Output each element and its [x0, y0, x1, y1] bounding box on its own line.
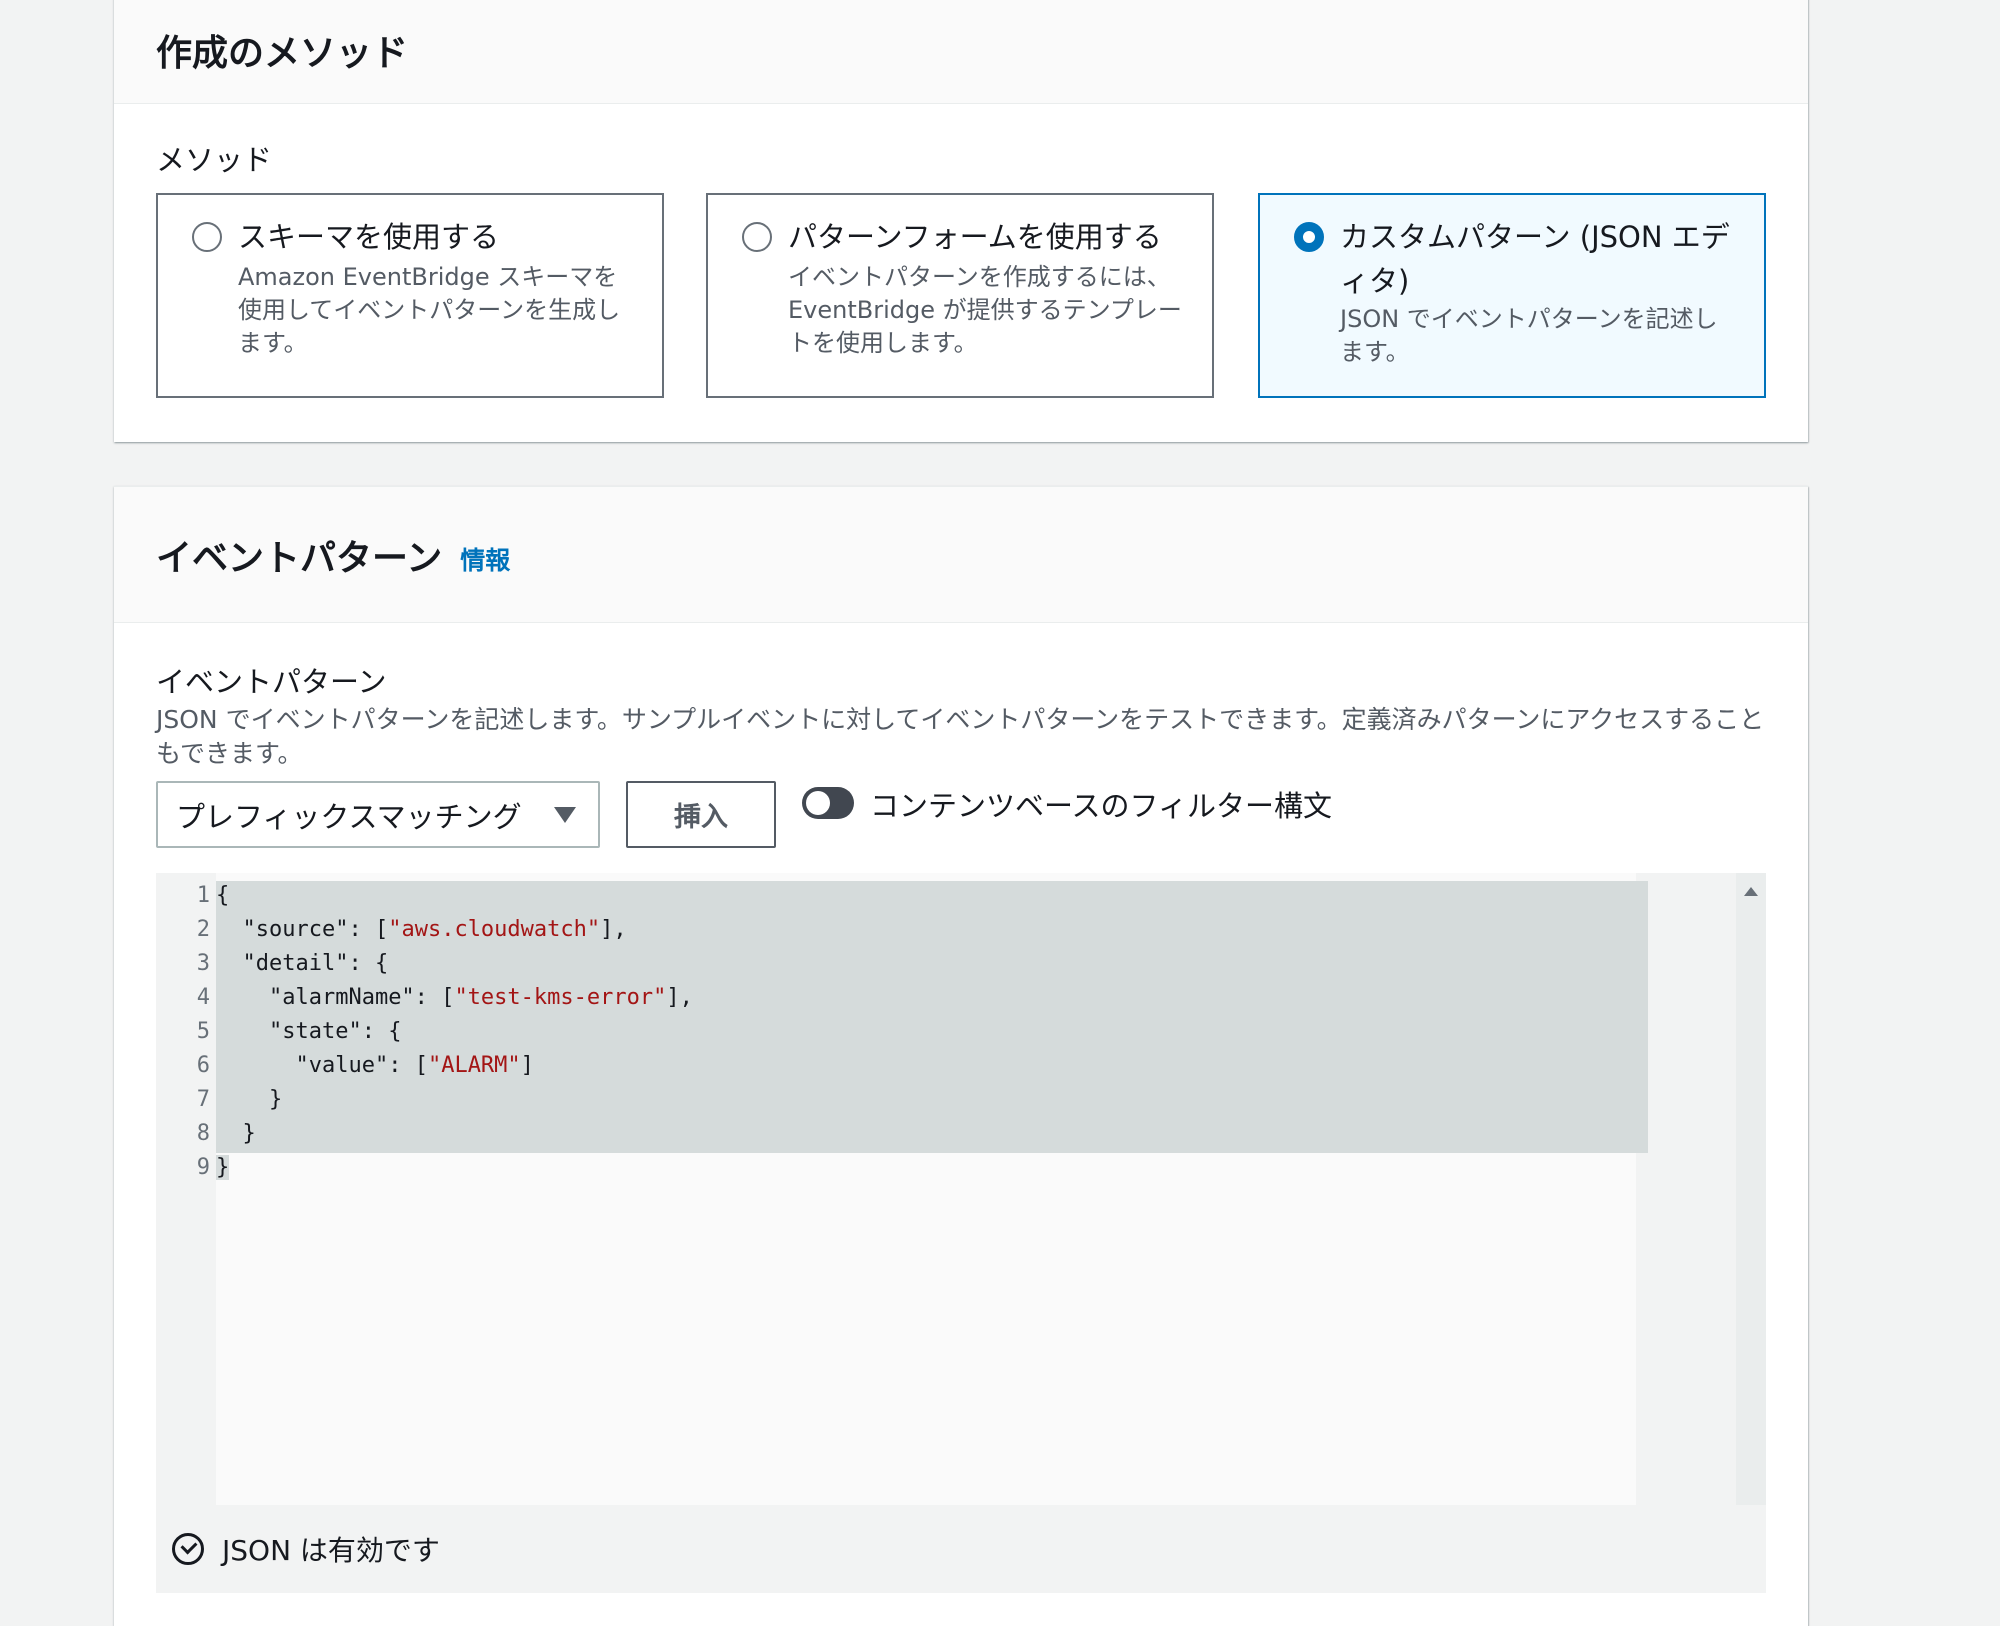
creation-method-header: 作成のメソッド [114, 0, 1808, 104]
creation-method-title: 作成のメソッド [156, 33, 409, 74]
insert-button[interactable]: 挿入 [626, 781, 776, 848]
method-option-custom-pattern[interactable]: カスタムパターン (JSON エディタ) JSON でイベントパターンを記述しま… [1258, 193, 1766, 398]
content-filter-toggle-label: コンテンツベースのフィルター構文 [870, 789, 1332, 823]
line-number: 4 [196, 985, 210, 1010]
line-number: 7 [196, 1087, 210, 1112]
code-line: "state": { [268, 1019, 402, 1044]
caret-down-icon [554, 807, 576, 823]
method-option-description: イベントパターンを作成するには、EventBridge が提供するテンプレートを… [788, 263, 1182, 357]
line-number: 3 [196, 951, 210, 976]
check-circle-icon [172, 1533, 204, 1565]
json-valid-status: JSON は有効です [222, 1534, 440, 1567]
code-line: } [216, 1121, 256, 1146]
toggle-knob [806, 791, 830, 815]
method-field-label: メソッド [156, 143, 273, 177]
line-number: 8 [196, 1121, 210, 1146]
method-option-description: JSON でイベントパターンを記述します。 [1340, 305, 1718, 366]
line-number: 9 [196, 1155, 210, 1180]
method-option-title: パターンフォームを使用する [788, 220, 1162, 254]
method-option-pattern-form[interactable]: パターンフォームを使用する イベントパターンを作成するには、EventBridg… [706, 193, 1214, 398]
line-number: 6 [196, 1053, 210, 1078]
json-editor[interactable]: 1 2 3 4 5 6 7 8 9 { "source": ["aws.clou… [156, 873, 1766, 1593]
line-number: 5 [196, 1019, 210, 1044]
code-line: { [216, 883, 230, 908]
radio-button[interactable] [192, 222, 222, 252]
radio-button[interactable] [742, 222, 772, 252]
line-number: 2 [196, 917, 210, 942]
scroll-up-arrow-icon[interactable] [1744, 887, 1758, 896]
event-pattern-panel: イベントパターン 情報 イベントパターン JSON でイベントパターンを記述しま… [114, 486, 1808, 1626]
code-line: } [216, 1155, 230, 1180]
event-pattern-title: イベントパターン [156, 537, 443, 579]
code-line: "detail": { [242, 951, 389, 976]
code-line: "source": ["aws.cloudwatch"], [242, 917, 627, 942]
pattern-type-select-value: プレフィックスマッチング [176, 799, 522, 834]
code-area[interactable]: { "source": ["aws.cloudwatch"], "detail"… [216, 873, 1648, 1505]
creation-method-panel: 作成のメソッド メソッド スキーマを使用する Amazon EventBridg… [114, 0, 1808, 442]
method-option-title: カスタムパターン (JSON エディタ) [1340, 220, 1730, 298]
event-pattern-field-label: イベントパターン [156, 665, 387, 699]
pattern-type-select[interactable]: プレフィックスマッチング [156, 781, 600, 848]
line-number-gutter: 1 2 3 4 5 6 7 8 9 [156, 873, 216, 1505]
method-option-description: Amazon EventBridge スキーマを使用してイベントパターンを生成し… [238, 263, 621, 357]
code-line: "value": ["ALARM"] [295, 1053, 534, 1078]
line-number: 1 [196, 883, 210, 908]
event-pattern-header: イベントパターン 情報 [114, 487, 1808, 623]
vertical-scrollbar[interactable] [1736, 873, 1766, 1505]
info-link[interactable]: 情報 [460, 541, 510, 577]
content-filter-toggle[interactable] [802, 787, 854, 819]
radio-button-selected[interactable] [1294, 222, 1324, 252]
method-option-schema[interactable]: スキーマを使用する Amazon EventBridge スキーマを使用してイベ… [156, 193, 664, 398]
event-pattern-description: JSON でイベントパターンを記述します。サンプルイベントに対してイベントパター… [156, 705, 1765, 768]
method-option-title: スキーマを使用する [238, 220, 500, 254]
code-line: } [216, 1087, 283, 1112]
code-line: "alarmName": ["test-kms-error"], [268, 985, 693, 1010]
json-status-bar: JSON は有効です [156, 1505, 1766, 1593]
